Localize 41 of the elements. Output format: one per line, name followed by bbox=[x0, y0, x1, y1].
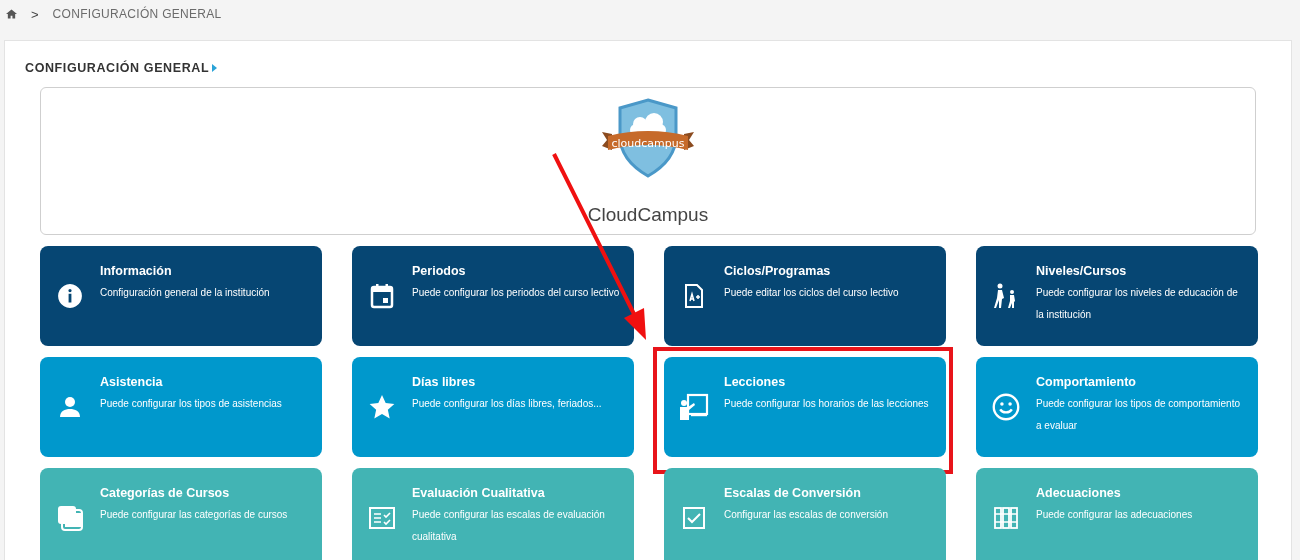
card-description: Configuración general de la institución bbox=[100, 286, 270, 300]
card-description: Puede editar los ciclos del curso lectivo bbox=[724, 286, 899, 300]
settings-card[interactable]: Lecciones Puede configurar los horarios de las lecciones bbox=[664, 357, 946, 457]
card-title: Periodos bbox=[412, 264, 467, 278]
card-description: Puede configurar las adecuaciones bbox=[1036, 508, 1193, 522]
settings-card[interactable]: Ciclos/Programas Puede editar los ciclos del curso lectivo bbox=[664, 246, 946, 346]
card-title: Información bbox=[100, 264, 173, 278]
settings-card[interactable]: Asistencia Puede configurar los tipos de asistencias bbox=[40, 357, 322, 457]
card-title: Categorías de Cursos bbox=[100, 486, 231, 500]
card-description: Puede configurar las escalas de evaluación cualitativa bbox=[412, 508, 606, 544]
card-title: Lecciones bbox=[724, 375, 787, 389]
section-title: CONFIGURACIÓN GENERAL bbox=[25, 61, 210, 75]
card-title: Escalas de Conversión bbox=[724, 486, 862, 500]
card-description: Puede configurar las categorías de cursos bbox=[100, 508, 288, 522]
settings-card[interactable]: Categorías de Cursos Puede configurar las categorías de cursos bbox=[40, 468, 322, 560]
settings-card[interactable]: Evaluación Cualitativa Puede configurar las escalas de evaluación cualitativa bbox=[352, 468, 634, 560]
settings-card[interactable]: Adecuaciones Puede configurar las adecuaciones bbox=[976, 468, 1258, 560]
card-description: Puede configurar los niveles de educación de la institución bbox=[1036, 286, 1239, 322]
card-title: Ciclos/Programas bbox=[724, 264, 832, 278]
settings-card[interactable]: Días libres Puede configurar los días libres, feriados... bbox=[352, 357, 634, 457]
settings-card[interactable]: Comportamiento Puede configurar los tipos de comportamiento a evaluar bbox=[976, 357, 1258, 457]
card-title: Niveles/Cursos bbox=[1036, 264, 1128, 278]
settings-card[interactable]: Niveles/Cursos Puede configurar los niveles de educación de la institución bbox=[976, 246, 1258, 346]
settings-card[interactable]: Periodos Puede configurar los periodos del curso lectivo bbox=[352, 246, 634, 346]
card-description: Puede configurar los tipos de comportamiento a evaluar bbox=[1036, 397, 1241, 433]
cloudcampus-logo: cloudcampus bbox=[600, 98, 696, 178]
breadcrumb-separator: > bbox=[31, 6, 39, 22]
settings-card[interactable]: Información Configuración general de la institución bbox=[40, 246, 322, 346]
card-title: Comportamiento bbox=[1036, 375, 1137, 389]
settings-card[interactable]: Escalas de Conversión Configurar las escalas de conversión bbox=[664, 468, 946, 560]
card-title: Adecuaciones bbox=[1036, 486, 1122, 500]
breadcrumb-item: CONFIGURACIÓN GENERAL bbox=[52, 7, 222, 21]
card-description: Puede configurar los tipos de asistencias bbox=[100, 397, 282, 411]
card-title: Días libres bbox=[412, 375, 477, 389]
card-description: Puede configurar los periodos del curso lectivo bbox=[412, 286, 620, 300]
card-description: Puede configurar los días libres, feriados... bbox=[412, 397, 602, 411]
card-title: Evaluación Cualitativa bbox=[412, 486, 546, 500]
card-description: Puede configurar los horarios de las lecciones bbox=[724, 397, 929, 411]
school-name: CloudCampus bbox=[587, 204, 709, 226]
card-description: Configurar las escalas de conversión bbox=[724, 508, 888, 522]
card-title: Asistencia bbox=[100, 375, 164, 389]
